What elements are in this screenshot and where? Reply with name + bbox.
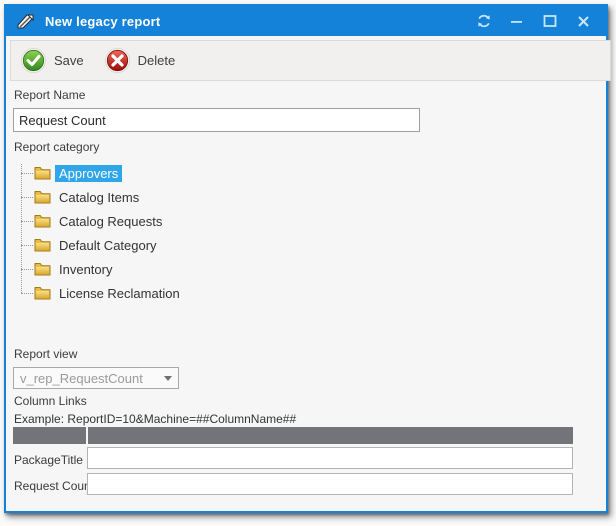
report-name-input[interactable] [13,108,420,132]
maximize-icon[interactable] [537,8,563,34]
tree-item-catalog-items[interactable]: Catalog Items [14,186,143,208]
report-view-label: Report view [14,347,77,361]
check-circle-icon [20,47,47,74]
tree-item-label: License Reclamation [55,285,184,302]
tree-item-license-reclamation[interactable]: License Reclamation [14,282,184,304]
notepad-pen-icon [16,12,36,30]
report-view-selected-value: v_rep_RequestCount [20,371,160,386]
column-link-row-label: PackageTitle [14,453,83,467]
column-link-input-request-count[interactable] [87,473,573,495]
window-title: New legacy report [45,14,160,29]
toolbar: Save Delete [10,40,611,81]
title-bar: New legacy report [6,6,606,36]
column-links-example-text: Example: ReportID=10&Machine=##ColumnNam… [14,412,296,426]
header-cell-value [88,427,573,444]
tree-item-label: Approvers [55,165,122,182]
minimize-icon[interactable] [504,8,530,34]
column-link-input-packagetitle[interactable] [87,447,573,469]
report-view-dropdown[interactable]: v_rep_RequestCount [13,367,179,389]
report-name-label: Report Name [14,88,85,102]
folder-icon [34,262,51,276]
tree-item-label: Catalog Items [55,189,143,206]
tree-item-label: Catalog Requests [55,213,166,230]
chevron-down-icon [164,376,172,381]
tree-item-inventory[interactable]: Inventory [14,258,116,280]
report-category-tree: Approvers Catalog Items Catalog Requests [14,162,344,308]
column-links-label: Column Links [14,394,87,408]
dialog-window: New legacy report [4,4,608,513]
tree-item-approvers[interactable]: Approvers [14,162,122,184]
folder-icon [34,286,51,300]
delete-button[interactable]: Delete [104,47,176,74]
x-circle-icon [104,47,131,74]
folder-icon [34,238,51,252]
delete-button-label: Delete [138,53,176,68]
tree-item-label: Inventory [55,261,116,278]
save-button[interactable]: Save [20,47,84,74]
column-link-row-label: Request Count [14,479,94,493]
close-icon[interactable] [570,8,596,34]
tree-item-default-category[interactable]: Default Category [14,234,161,256]
column-links-table-header [13,427,573,444]
folder-icon [34,190,51,204]
folder-icon [34,166,51,180]
refresh-icon[interactable] [471,8,497,34]
header-cell-name [13,427,86,444]
folder-icon [34,214,51,228]
tree-item-label: Default Category [55,237,161,254]
tree-item-catalog-requests[interactable]: Catalog Requests [14,210,166,232]
save-button-label: Save [54,53,84,68]
report-category-label: Report category [14,140,99,154]
